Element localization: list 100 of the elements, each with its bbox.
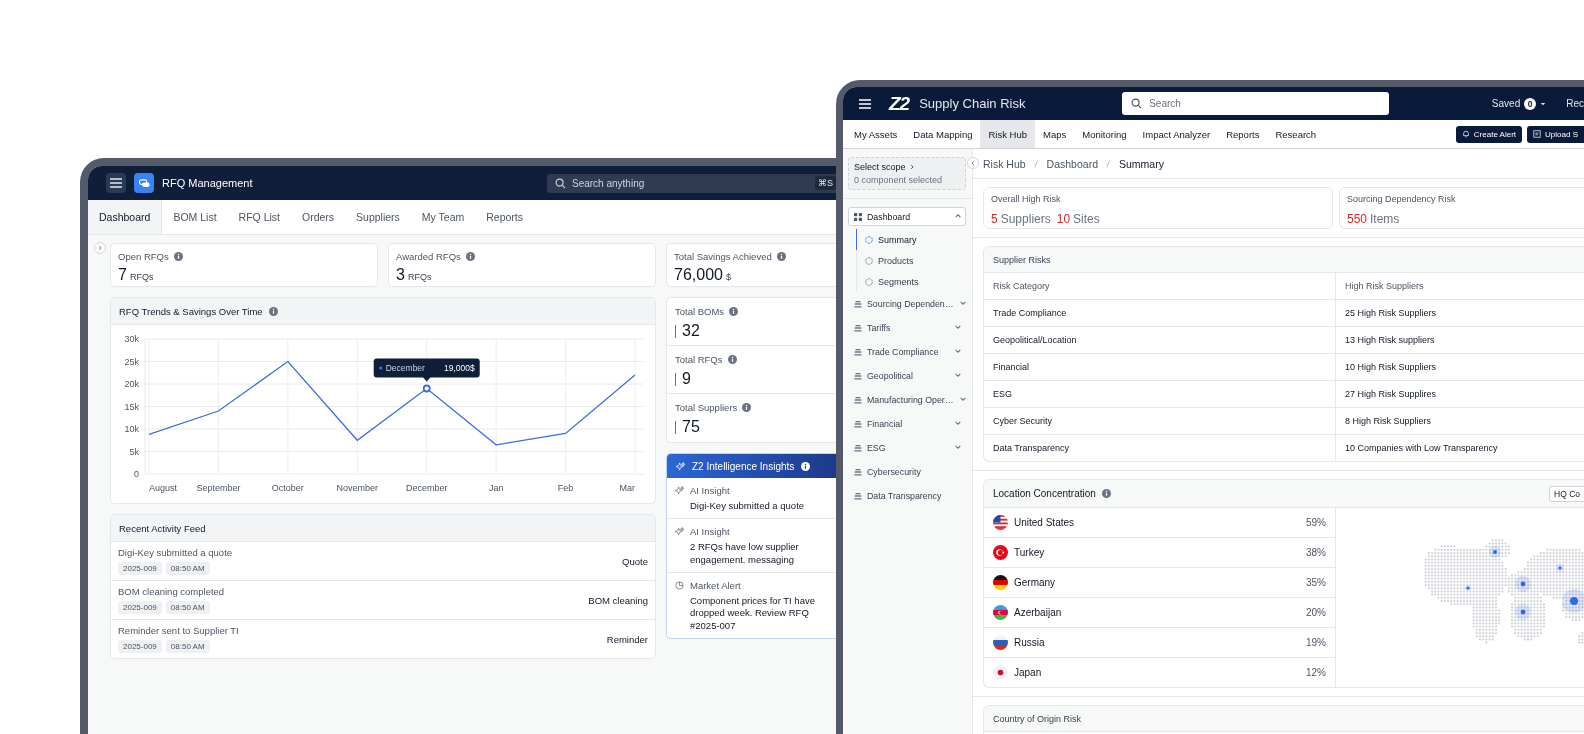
nav-tab[interactable]: Research (1267, 120, 1325, 148)
hexagon-icon (865, 256, 873, 265)
sparkle-icon (675, 486, 684, 495)
nav-tab[interactable]: Data Mapping (905, 120, 981, 148)
header-link[interactable]: Rec (1566, 98, 1584, 109)
x-axis-label: Feb (557, 483, 574, 493)
nav-tab[interactable]: RFQ List (227, 200, 291, 234)
sidebar-item[interactable]: ESG (848, 436, 966, 460)
action-button[interactable]: Upload S (1527, 125, 1584, 143)
activity-type: Quote (622, 555, 648, 567)
table-cell: Cyber Security (984, 408, 1336, 434)
chevron-up-icon[interactable] (954, 211, 962, 220)
action-button[interactable]: Create Alert (1455, 125, 1523, 143)
nav-tab[interactable]: Reports (475, 200, 535, 234)
app-logo: Z2 (889, 92, 910, 115)
chevron-down-icon[interactable] (958, 395, 967, 403)
country-share: 35% (1306, 577, 1326, 588)
insight-label: AI Insight (690, 485, 730, 496)
breadcrumb-item[interactable]: Summary (1119, 157, 1164, 170)
sidebar-item[interactable]: Sourcing Dependen… (848, 292, 966, 316)
time-chip: 08:50 AM (165, 562, 210, 575)
breadcrumb-separator-icon (1033, 159, 1039, 168)
shortcut-key: ⌘S (815, 176, 836, 190)
nav-tab[interactable]: My Team (410, 200, 476, 234)
category-icon (854, 372, 862, 380)
grid-icon (854, 212, 862, 221)
info-icon (173, 252, 183, 261)
category-icon (854, 348, 862, 356)
scope-selector[interactable]: Select scope 0 component selected (848, 157, 966, 190)
x-axis-label: September (196, 483, 241, 493)
sidebar-item[interactable]: Data Transparency (848, 484, 966, 508)
stat-value: 76,000 (674, 266, 723, 284)
card-label: Overall High Risk (991, 194, 1062, 204)
nav-tab[interactable]: Impact Analyzer (1134, 120, 1219, 148)
category-icon (854, 468, 862, 476)
sidebar-item[interactable]: Cybersecurity (848, 460, 966, 484)
filter-dropdown[interactable]: HQ Co (1549, 485, 1584, 502)
sidebar-item[interactable]: Manufacturing Oper… (848, 388, 966, 412)
sidebar-subitem[interactable]: Segments (856, 271, 927, 292)
nav-tab[interactable]: Dashboard (88, 200, 163, 234)
sparkle-icon (676, 461, 685, 471)
stat-label: Open RFQs (118, 251, 169, 262)
sidebar-item[interactable]: Tariffs (848, 316, 966, 340)
country-name: Azerbaijan (1014, 607, 1063, 618)
menu-button[interactable] (106, 173, 126, 193)
info-icon (727, 355, 737, 364)
chevron-down-icon[interactable] (954, 347, 962, 355)
data-point-marker[interactable] (422, 384, 431, 393)
stat-value: 7 (118, 266, 127, 284)
saved-menu[interactable]: Saved 0 (1491, 97, 1547, 110)
expand-toggle[interactable] (94, 242, 106, 254)
y-axis-label: 15k (124, 401, 139, 412)
sidebar-item[interactable]: Dashboard (848, 207, 966, 226)
chevron-down-icon[interactable] (954, 443, 962, 451)
activity-row[interactable]: BOM cleaning completed 2025-009 08:50 AM BOM cleaning (111, 580, 655, 619)
y-axis-label: 25k (124, 356, 139, 367)
breadcrumb-item[interactable]: Risk Hub (983, 157, 1026, 170)
stat-unit: RFQs (407, 272, 432, 282)
activity-row[interactable]: Digi-Key submitted a quote 2025-009 08:50 AM Quote (111, 541, 655, 580)
nav-tab[interactable]: Maps (1035, 120, 1075, 148)
nav-tab[interactable]: BOM List (162, 200, 228, 234)
chevron-down-icon[interactable] (954, 323, 962, 331)
insight-label: Market Alert (690, 580, 741, 592)
time-chip: 08:50 AM (165, 601, 210, 614)
nav-tab[interactable]: Risk Hub (980, 120, 1035, 148)
sidebar-item[interactable]: Financial (848, 412, 966, 436)
info-icon (1101, 489, 1111, 498)
nav-tab[interactable]: Suppliers (345, 200, 411, 234)
search-field[interactable]: Search (1122, 92, 1390, 115)
document-icon (1533, 130, 1542, 138)
sidebar-item[interactable]: Trade Compliance (848, 340, 966, 364)
nav-tab[interactable]: Monitoring (1074, 120, 1135, 148)
collapse-toggle[interactable] (967, 157, 979, 169)
chevron-down-icon[interactable] (958, 299, 967, 307)
flag-icon (993, 575, 1008, 590)
nav-tab[interactable]: My Assets (843, 120, 906, 148)
stat-value: 75 (682, 418, 700, 436)
x-axis-label: October (271, 483, 304, 493)
category-icon (854, 492, 862, 500)
y-axis-label: 10k (124, 424, 139, 434)
sidebar-subitem[interactable]: Products (856, 250, 922, 271)
card-label: Sourcing Dependency Risk (1347, 194, 1457, 204)
activity-title: BOM cleaning completed (118, 586, 226, 597)
column-header: Risk Category (984, 273, 1336, 299)
flag-icon (993, 665, 1008, 680)
chevron-down-icon[interactable] (954, 371, 962, 379)
chevron-down-icon[interactable] (954, 419, 962, 427)
sparkle-icon (675, 527, 684, 537)
menu-icon[interactable] (110, 178, 122, 188)
stat-value: 3 (396, 266, 405, 284)
sidebar-item[interactable]: Geopolitical (848, 364, 966, 388)
sidebar-subitem[interactable]: Summary (856, 229, 925, 250)
search-field[interactable]: Search anything ⌘S (547, 173, 836, 193)
activity-row[interactable]: Reminder sent to Supplier TI 2025-009 08:50 AM Reminder (111, 619, 655, 658)
risk-count: 550 (1347, 212, 1368, 226)
nav-tab[interactable]: Reports (1218, 120, 1268, 148)
breadcrumb-item[interactable]: Dashboard (1046, 157, 1098, 170)
insight-text: Component prices for TI have dropped week. Review RFQ #2025-007 (690, 595, 816, 633)
nav-tab[interactable]: Orders (291, 200, 346, 234)
info-icon (776, 252, 786, 261)
